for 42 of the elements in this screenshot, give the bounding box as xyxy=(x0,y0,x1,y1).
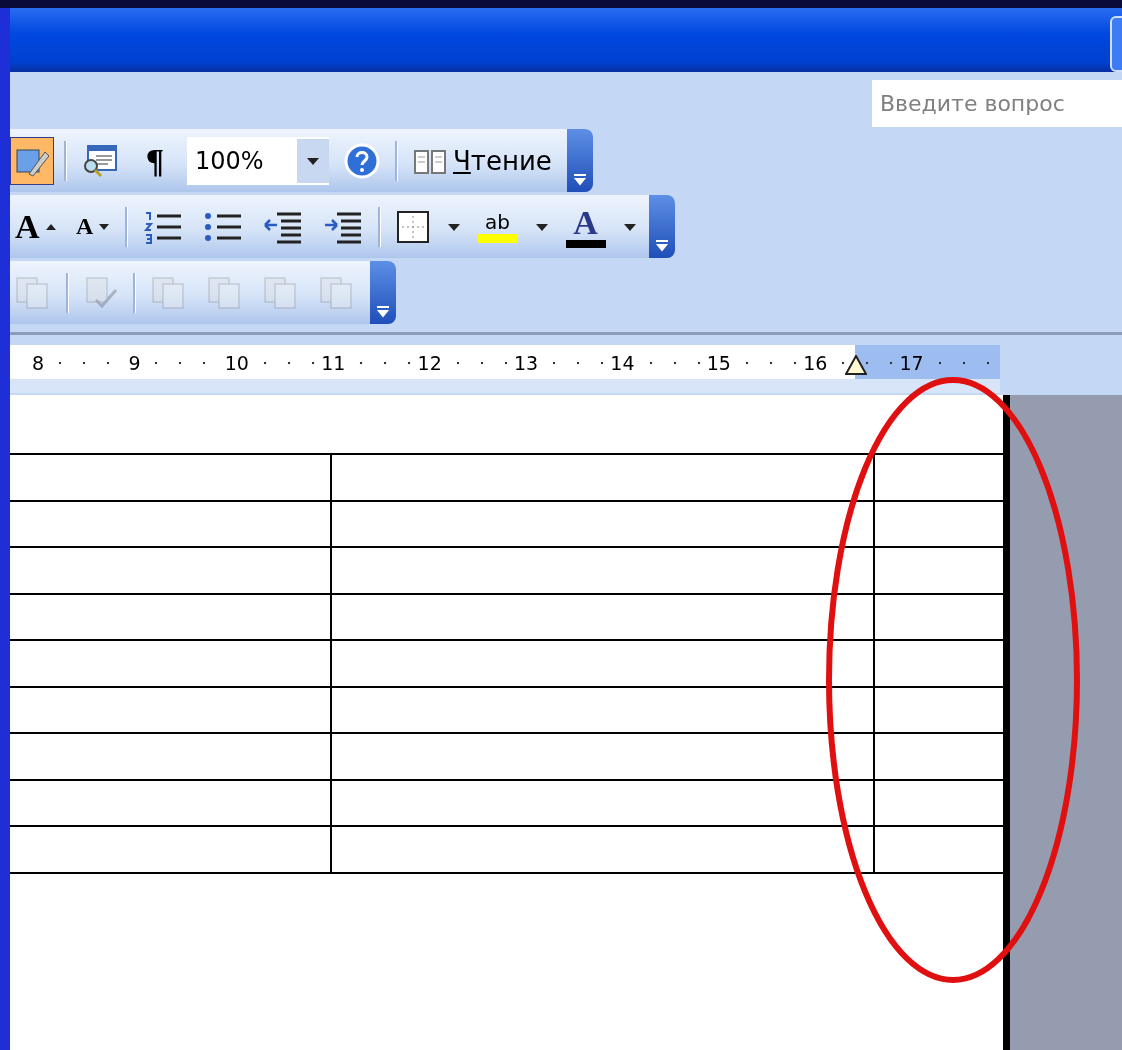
ruler-number: 8 xyxy=(32,352,45,374)
ruler-number: 10 xyxy=(224,352,249,374)
reading-button[interactable]: Чтение xyxy=(408,136,557,185)
ruler-number: 15 xyxy=(706,352,731,374)
documents-icon xyxy=(151,275,187,310)
document-map-icon xyxy=(82,143,118,178)
ruler-number: 9 xyxy=(128,352,141,374)
dropdown-arrow-icon xyxy=(622,221,637,232)
toolbar-options-button[interactable] xyxy=(648,195,675,258)
ruler-number: 11 xyxy=(321,352,346,374)
chevron-icon xyxy=(572,174,587,186)
dropdown-arrow-icon xyxy=(306,155,320,166)
shrink-font-button[interactable]: A xyxy=(70,202,115,251)
indent-marker-icon[interactable] xyxy=(845,355,867,375)
caret-up-icon xyxy=(45,222,56,231)
document-check-icon xyxy=(84,275,118,310)
numbered-list-icon xyxy=(142,209,183,244)
caret-down-icon xyxy=(99,222,110,231)
chevron-icon xyxy=(376,306,390,318)
show-marks-button[interactable]: ¶ xyxy=(133,136,177,185)
borders-icon xyxy=(395,209,430,244)
dropdown-arrow-icon xyxy=(446,221,461,232)
documents-icon xyxy=(319,275,355,310)
grow-font-button[interactable]: A xyxy=(10,202,61,251)
help-icon xyxy=(344,142,380,179)
chevron-icon xyxy=(654,240,669,252)
zoom-field[interactable]: 100% xyxy=(187,136,329,185)
ruler-number: 12 xyxy=(417,352,442,374)
toolbar-options-button[interactable] xyxy=(370,261,396,324)
documents-icon xyxy=(263,275,299,310)
font-color-button[interactable]: A xyxy=(560,202,611,251)
help-search-field[interactable]: Введите вопрос xyxy=(872,80,1122,127)
documents-icon xyxy=(15,275,51,310)
ruler-number: 14 xyxy=(610,352,635,374)
ruler-number: 17 xyxy=(899,352,924,374)
ruler-number: 16 xyxy=(803,352,828,374)
documents-icon xyxy=(207,275,243,310)
dropdown-arrow-icon xyxy=(534,221,549,232)
spelling-button[interactable] xyxy=(10,136,54,185)
toolbar-options-button[interactable] xyxy=(566,129,593,192)
ruler-number: 13 xyxy=(513,352,539,374)
highlight-button[interactable]: ab xyxy=(472,202,523,251)
